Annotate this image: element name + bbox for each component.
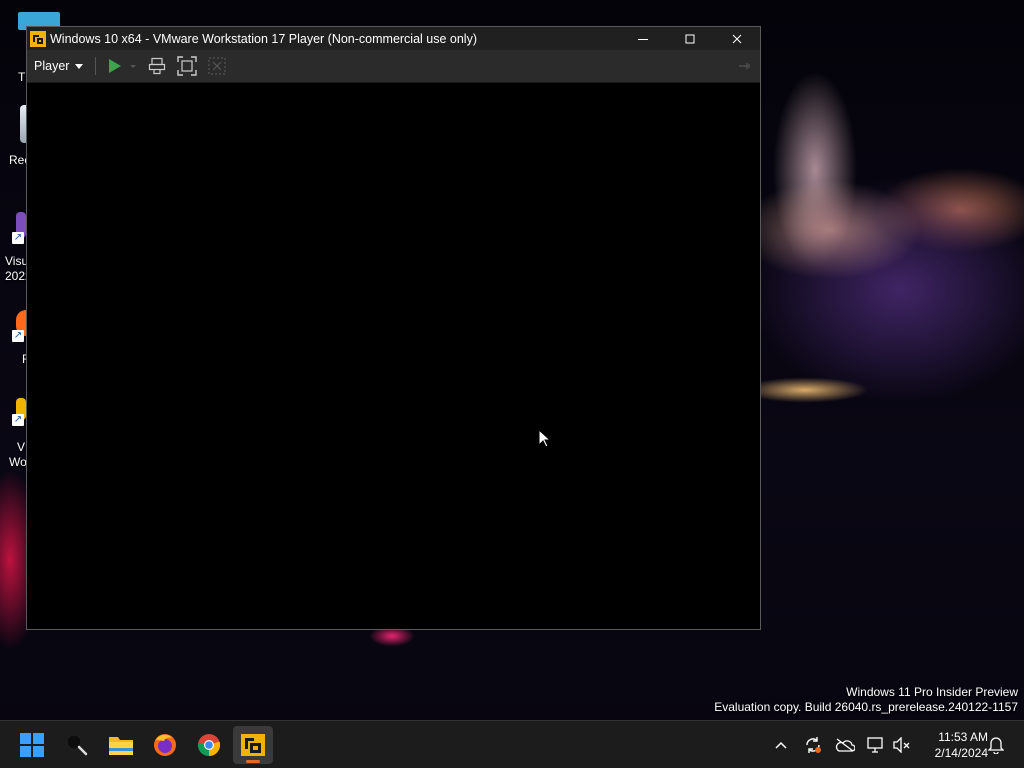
maximize-button[interactable] — [666, 27, 713, 50]
tray-onedrive[interactable] — [835, 735, 855, 755]
taskbar: 11:53 AM 2/14/2024 — [0, 720, 1024, 768]
show-hidden-icons-button[interactable] — [771, 735, 791, 755]
vm-toolbar: Player — [27, 50, 760, 83]
firefox-icon — [154, 734, 176, 756]
notifications-button[interactable] — [986, 735, 1006, 755]
full-screen-icon — [177, 56, 198, 76]
vmware-player-icon — [241, 734, 265, 756]
taskbar-file-explorer[interactable] — [101, 726, 141, 764]
send-ctrl-alt-del-icon — [149, 57, 166, 75]
maximize-icon — [685, 34, 694, 43]
visual-studio-icon: ↗ — [12, 212, 26, 244]
close-button[interactable] — [713, 27, 760, 50]
toolbar-pin-button[interactable] — [730, 53, 760, 79]
window-titlebar[interactable]: Windows 10 x64 - VMware Workstation 17 P… — [27, 27, 760, 50]
unity-icon — [208, 57, 227, 75]
power-on-icon — [109, 59, 137, 73]
taskbar-clock[interactable]: 11:53 AM 2/14/2024 — [916, 729, 988, 761]
notifications-icon — [988, 737, 1004, 754]
clock-date: 2/14/2024 — [934, 746, 988, 760]
watermark-build: Evaluation copy. Build 26040.rs_prerelea… — [714, 700, 1018, 714]
vmware-icon: ↗ — [12, 398, 26, 426]
chevron-down-icon — [75, 63, 84, 69]
player-menu-button[interactable]: Player — [27, 50, 91, 82]
unity-button[interactable] — [202, 53, 232, 79]
send-ctrl-alt-del-button[interactable] — [142, 53, 172, 79]
search-button[interactable] — [57, 726, 97, 764]
chevron-up-icon — [775, 741, 787, 749]
shortcut-arrow-icon: ↗ — [12, 414, 24, 426]
tray-sync[interactable] — [803, 735, 823, 755]
vm-display-area[interactable] — [27, 83, 760, 629]
mouse-cursor-icon — [538, 429, 550, 448]
sync-icon — [806, 737, 821, 753]
taskbar-chrome[interactable] — [189, 726, 229, 764]
taskbar-vmware-player[interactable] — [233, 726, 273, 764]
clock-time: 11:53 AM — [938, 730, 988, 744]
window-title: Windows 10 x64 - VMware Workstation 17 P… — [50, 31, 478, 46]
toolbar-separator — [95, 57, 97, 75]
taskbar-firefox[interactable] — [145, 726, 185, 764]
tray-display[interactable] — [866, 735, 886, 755]
vmware-player-window[interactable]: Windows 10 x64 - VMware Workstation 17 P… — [26, 26, 761, 630]
full-screen-button[interactable] — [172, 53, 202, 79]
shortcut-arrow-icon: ↗ — [12, 330, 24, 342]
player-menu-label: Player — [34, 59, 70, 73]
power-on-button[interactable] — [102, 53, 142, 79]
volume-muted-icon — [893, 737, 910, 753]
onedrive-icon — [835, 738, 855, 752]
pin-icon — [739, 63, 750, 69]
tray-volume[interactable] — [892, 735, 912, 755]
evaluation-watermark: Windows 11 Pro Insider Preview Evaluatio… — [714, 685, 1018, 715]
chrome-icon — [197, 734, 221, 757]
watermark-edition: Windows 11 Pro Insider Preview — [846, 685, 1018, 699]
active-app-indicator — [246, 760, 260, 763]
display-icon — [867, 737, 883, 753]
start-icon — [20, 733, 44, 757]
close-icon — [732, 34, 741, 43]
firefox-icon: ↗ — [12, 310, 26, 342]
shortcut-arrow-icon: ↗ — [12, 232, 24, 244]
minimize-icon — [637, 38, 648, 40]
start-button[interactable] — [12, 726, 52, 764]
vmware-app-icon — [30, 30, 46, 47]
minimize-button[interactable] — [619, 27, 666, 50]
file-explorer-icon — [109, 737, 133, 755]
search-icon — [66, 734, 88, 756]
